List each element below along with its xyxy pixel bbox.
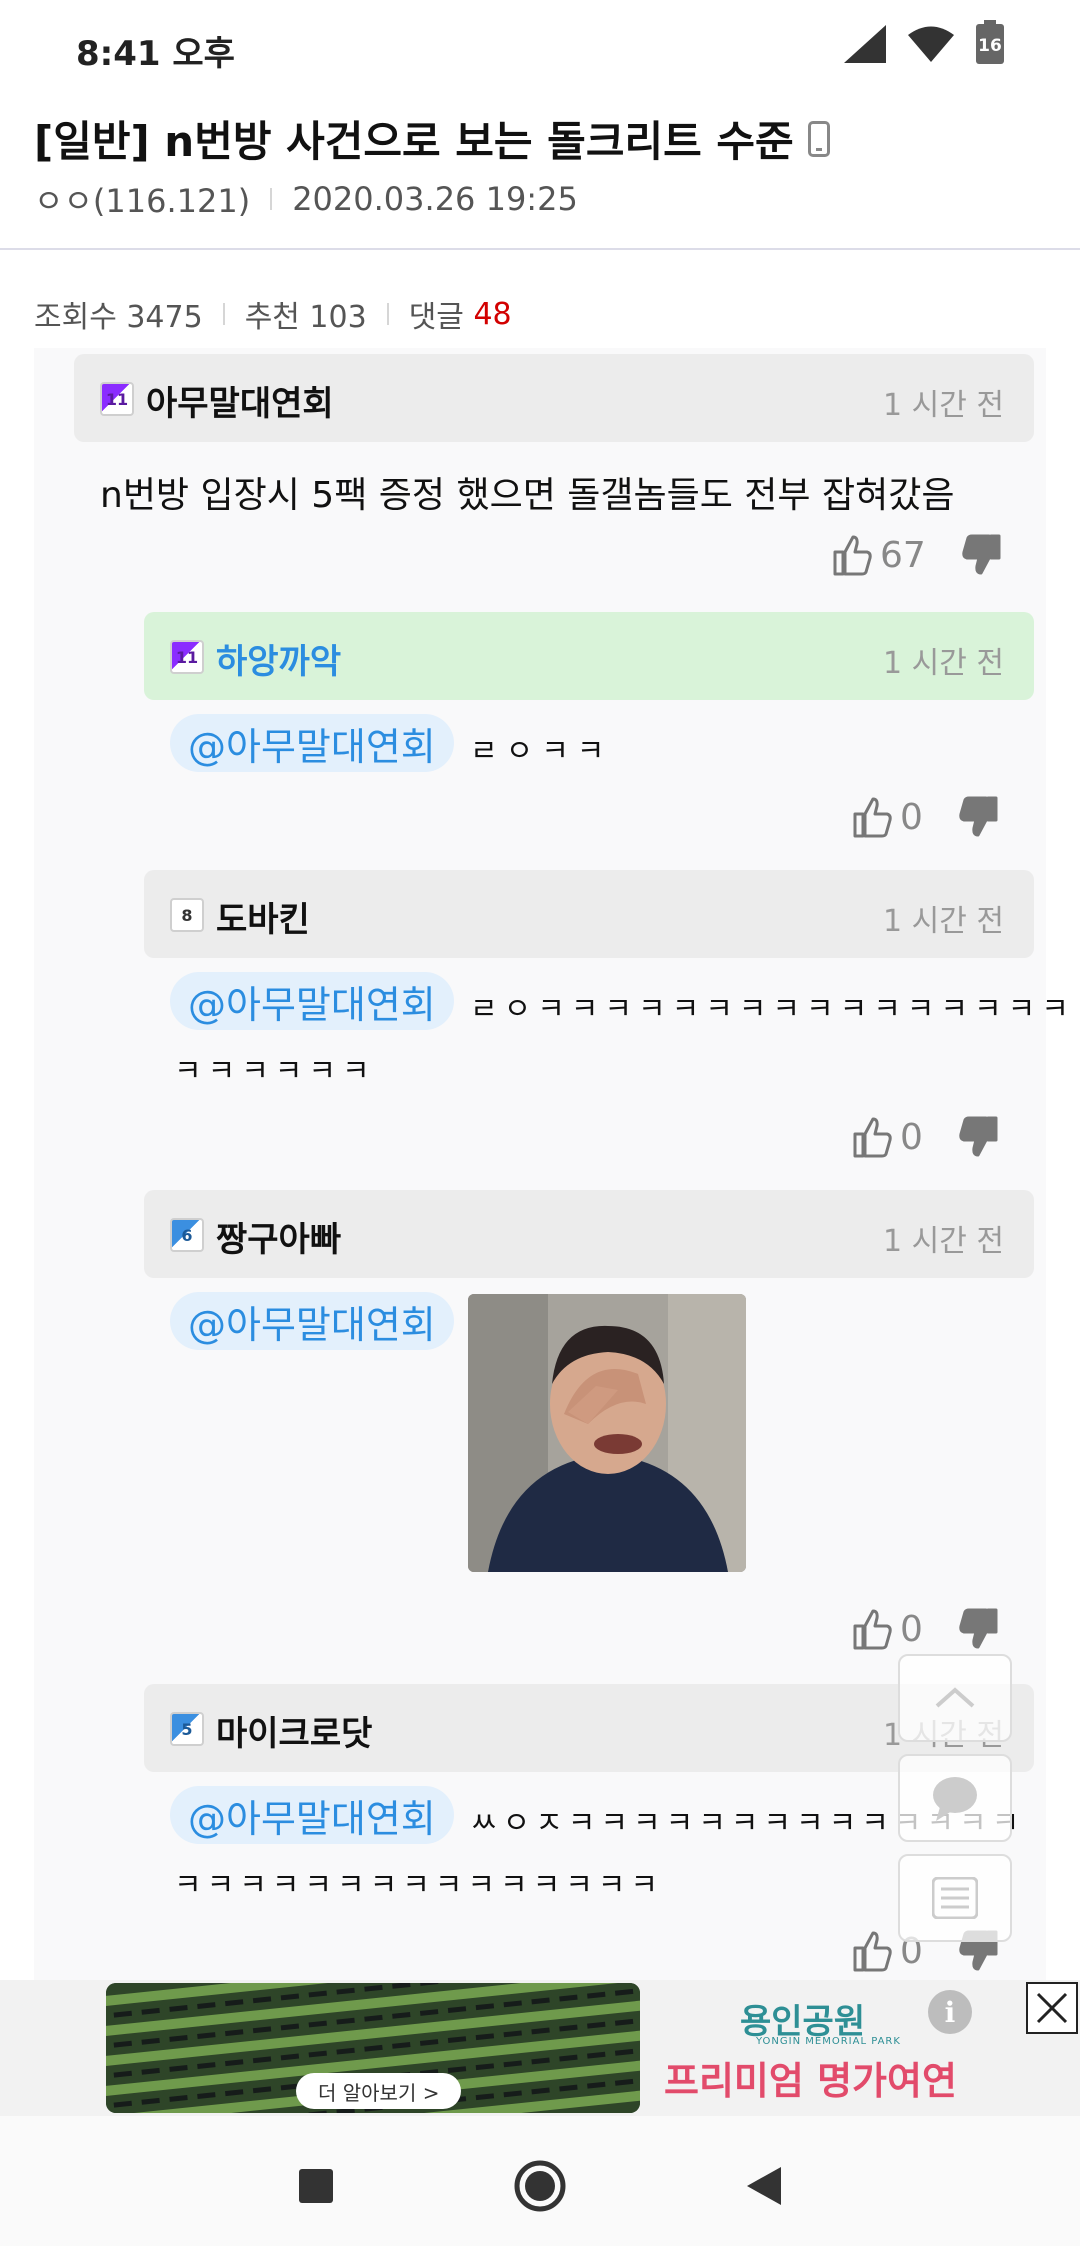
post-meta: ㅇㅇ(116.121) 2020.03.26 19:25: [34, 176, 578, 222]
comment-bubble-icon: [933, 1777, 977, 1821]
user-level-icon: 6: [170, 1218, 204, 1252]
post-title: [일반] n번방 사건으로 보는 돌크리트 수준: [34, 108, 830, 169]
stats-separator: [222, 303, 225, 325]
comment-button[interactable]: [898, 1754, 1012, 1842]
chevron-up-icon: [935, 1687, 975, 1708]
like-count: 0: [900, 1608, 923, 1650]
stats-separator: [386, 303, 389, 325]
post-author[interactable]: ㅇㅇ(116.121): [34, 176, 250, 222]
comment-label[interactable]: 댓글: [409, 292, 464, 336]
comment-text: ㄹㅇㅋㅋㅋㅋㅋㅋㅋㅋㅋㅋㅋㅋㅋㅋㅋㅋ: [470, 992, 1075, 1027]
comment-votes: 67: [832, 534, 1002, 576]
user-level-icon: 5: [170, 1712, 204, 1746]
user-level-icon: 11: [100, 382, 134, 416]
status-time: 8:41 오후: [76, 34, 235, 74]
mobile-icon: [807, 120, 830, 157]
scroll-top-button[interactable]: [898, 1654, 1012, 1742]
comment-time: 1 시간 전: [883, 904, 1004, 939]
user-level-icon: 11: [170, 640, 204, 674]
user-level-icon: 8: [170, 898, 204, 932]
ad-image[interactable]: 더 알아보기 >: [106, 1983, 640, 2113]
square-icon[interactable]: [286, 2156, 346, 2216]
meta-separator: [270, 188, 273, 210]
comment-text: ㄹㅇㅋㅋ: [470, 734, 613, 769]
comment-votes: 0: [852, 1116, 999, 1158]
comment-nick[interactable]: 짱구아빠: [216, 1212, 341, 1261]
list-icon: [932, 1877, 978, 1919]
post-title-text: [일반] n번방 사건으로 보는 돌크리트 수준: [34, 117, 794, 166]
comment-nick[interactable]: 도바킨: [216, 892, 310, 941]
comment-text-cont: ㅋㅋㅋㅋㅋㅋㅋㅋㅋㅋㅋㅋㅋㅋㅋ: [174, 1868, 663, 1903]
battery-icon: 16: [976, 20, 1004, 64]
comment-time: 1 시간 전: [883, 646, 1004, 681]
ad-banner[interactable]: 더 알아보기 > 용인공원 YONGIN MEMORIAL PARK 프리미엄 …: [0, 1980, 1080, 2116]
comment-time: 1 시간 전: [883, 388, 1004, 423]
thumb-down-icon[interactable]: [962, 534, 1002, 576]
ad-tagline: 프리미엄 명가여연: [664, 2059, 957, 2103]
signal-icon: [844, 25, 886, 63]
wifi-icon: [908, 26, 954, 62]
comment-header: 11 아무말대연회 1 시간 전: [74, 354, 1034, 442]
thumb-up-icon[interactable]: [852, 1930, 892, 1972]
like-count: 0: [900, 1116, 923, 1158]
mention-tag[interactable]: @아무말대연회: [170, 714, 454, 772]
list-button[interactable]: [898, 1854, 1012, 1942]
comment-text: n번방 입장시 5팩 증정 했으면 돌갤놈들도 전부 잡혀갔음: [100, 475, 955, 516]
status-bar: 8:41 오후 16: [0, 0, 1080, 96]
view-count: 조회수 3475: [34, 300, 203, 335]
circle-icon[interactable]: [510, 2156, 570, 2216]
comment-nick[interactable]: 아무말대연회: [146, 376, 334, 425]
status-icons: 16: [844, 20, 1004, 64]
system-nav-bar: [0, 2116, 1080, 2246]
header-divider: [0, 248, 1080, 250]
like-count: 67: [880, 534, 926, 576]
meme-image[interactable]: [468, 1294, 746, 1572]
thumb-up-icon[interactable]: [852, 1608, 892, 1650]
triangle-back-icon[interactable]: [734, 2156, 794, 2216]
comment-nick[interactable]: 하앙까악: [216, 634, 341, 683]
post-date: 2020.03.26 19:25: [292, 180, 578, 218]
comment-count[interactable]: 48: [473, 297, 511, 332]
post-stats: 조회수 3475 추천 103 댓글 48: [34, 292, 512, 336]
comment-nick[interactable]: 마이크로닷: [216, 1706, 372, 1755]
ad-more-button[interactable]: 더 알아보기 >: [296, 2073, 462, 2109]
comment-text-cont: ㅋㅋㅋㅋㅋㅋ: [174, 1054, 376, 1089]
like-count: 0: [900, 796, 923, 838]
battery-level: 16: [978, 36, 1002, 56]
close-icon[interactable]: [1026, 1982, 1078, 2034]
mention-tag[interactable]: @아무말대연회: [170, 1786, 454, 1844]
thumb-down-icon[interactable]: [959, 1116, 999, 1158]
ad-brand-sub: YONGIN MEMORIAL PARK: [756, 2036, 901, 2047]
recommend-count: 추천 103: [244, 300, 367, 335]
comment-time: 1 시간 전: [883, 1224, 1004, 1259]
thumb-down-icon[interactable]: [959, 1608, 999, 1650]
comment-header: 11 하앙까악 1 시간 전: [144, 612, 1034, 700]
thumb-up-icon[interactable]: [852, 1116, 892, 1158]
thumb-up-icon[interactable]: [852, 796, 892, 838]
comment-votes: 0: [852, 1608, 999, 1650]
thumb-up-icon[interactable]: [832, 534, 872, 576]
info-icon[interactable]: i: [928, 1990, 972, 2034]
comment-votes: 0: [852, 796, 999, 838]
mention-tag[interactable]: @아무말대연회: [170, 1292, 454, 1350]
comment-header: 6 짱구아빠 1 시간 전: [144, 1190, 1034, 1278]
mention-tag[interactable]: @아무말대연회: [170, 972, 454, 1030]
comment-header: 8 도바킨 1 시간 전: [144, 870, 1034, 958]
thumb-down-icon[interactable]: [959, 796, 999, 838]
